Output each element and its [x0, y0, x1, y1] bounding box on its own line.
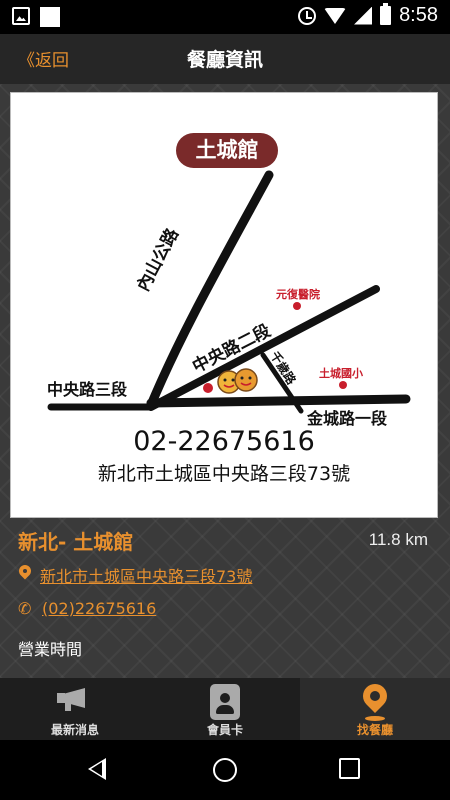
bottom-tab-bar: 最新消息 會員卡 找餐廳 — [0, 678, 450, 740]
tab-member-card[interactable]: 會員卡 — [150, 678, 300, 740]
nav-home-icon[interactable] — [213, 758, 237, 782]
map-phone: 02-22675616 — [133, 426, 315, 457]
status-bar: 8:58 — [0, 0, 450, 34]
wifi-icon — [324, 7, 347, 24]
app-notification-icon — [40, 7, 60, 27]
landmark-hospital: 元復醫院 — [276, 288, 320, 301]
tab-news[interactable]: 最新消息 — [0, 678, 150, 740]
landmark-school: 土城國小 — [319, 367, 363, 380]
map-address: 新北市土城區中央路三段73號 — [97, 463, 351, 485]
phone-icon: ✆ — [18, 598, 32, 618]
status-time: 8:58 — [399, 4, 438, 26]
restaurant-name: 新北- 土城館 — [18, 530, 134, 554]
restaurant-dot — [203, 383, 213, 393]
address-row[interactable]: 新北市土城區中央路三段73號 — [18, 563, 252, 587]
app-bar: 《返回 餐廳資訊 — [0, 34, 450, 84]
business-hours-label: 營業時間 — [18, 640, 83, 659]
mascot-icon — [217, 368, 258, 394]
map-branch-badge: 土城館 — [176, 133, 278, 168]
hospital-dot — [293, 302, 301, 310]
road-zhongyang-2 — [147, 285, 380, 411]
member-card-icon — [210, 684, 240, 720]
battery-icon — [380, 3, 392, 25]
nav-back-icon[interactable] — [88, 758, 106, 780]
alarm-icon — [298, 6, 317, 25]
tab-label: 找餐廳 — [356, 723, 393, 737]
phone-row[interactable]: ✆ (02)22675616 — [18, 599, 156, 618]
tab-label: 會員卡 — [206, 723, 243, 737]
signal-icon — [354, 6, 373, 25]
nav-recents-icon[interactable] — [339, 758, 360, 779]
distance-label: 11.8 km — [368, 530, 428, 549]
page-title: 餐廳資訊 — [186, 49, 263, 71]
location-pin-icon — [362, 684, 388, 722]
location-map[interactable]: 土城館 內山公路 中央路二段 中央路三段 千歲路 金城路一段 元復醫院 土城國小… — [10, 92, 438, 518]
tab-label: 最新消息 — [50, 723, 99, 737]
system-nav-bar — [0, 740, 450, 800]
image-notification-icon — [12, 7, 30, 25]
location-pin-icon — [18, 565, 32, 585]
school-dot — [339, 381, 347, 389]
road-jincheng — [146, 394, 411, 408]
restaurant-detail: 土城館 內山公路 中央路二段 中央路三段 千歲路 金城路一段 元復醫院 土城國小… — [0, 84, 450, 678]
phone-link[interactable]: (02)22675616 — [42, 599, 156, 618]
address-link[interactable]: 新北市土城區中央路三段73號 — [40, 563, 252, 587]
tab-find-restaurant[interactable]: 找餐廳 — [300, 678, 450, 740]
road-label-zhongyang-3: 中央路三段 — [47, 380, 128, 399]
megaphone-icon — [57, 684, 93, 712]
